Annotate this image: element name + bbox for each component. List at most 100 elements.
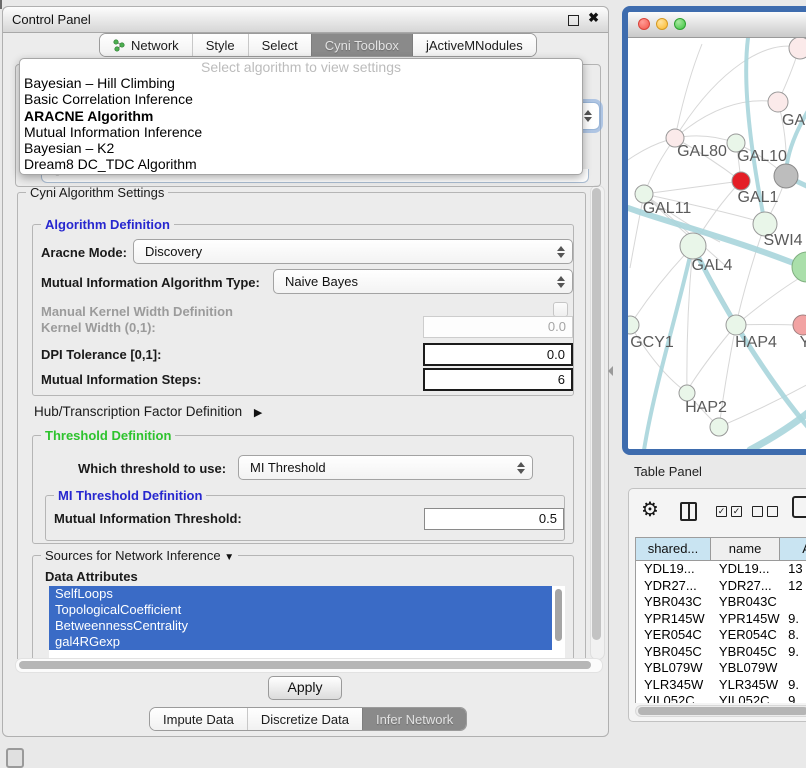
network-edge[interactable] [736,273,806,325]
network-view-window[interactable]: GALGAL80GAL10GAL1GAL11SWI4GAL4GCY1HAP4YH… [622,6,806,455]
checked-box-icon: ✓ [731,506,742,517]
network-node[interactable] [732,172,750,190]
tab-select[interactable]: Select [248,34,311,56]
tab-network[interactable]: Network [100,34,192,56]
tab-discretize-data[interactable]: Discretize Data [247,708,362,730]
network-edge-highlighted[interactable] [644,252,691,450]
list-scrollbar-thumb[interactable] [555,589,562,641]
network-node[interactable] [710,418,728,436]
scrollbar-thumb[interactable] [592,188,601,640]
table-column-header[interactable]: name [711,538,780,560]
table-row[interactable]: YDR27...YDR27...12 [636,578,806,595]
network-node[interactable] [792,252,806,282]
tab-impute-data[interactable]: Impute Data [150,708,247,730]
close-icon[interactable]: ✖ [588,10,599,26]
table-row[interactable]: YLR345WYLR345W9. [636,677,806,694]
network-node-label: GAL10 [737,148,787,165]
algorithm-option[interactable]: Bayesian – Hill Climbing [20,75,582,91]
deselect-all-columns-icon[interactable] [752,506,778,517]
data-attribute-item-selected[interactable]: BetweennessCentrality [49,618,552,634]
sources-legend: Sources for Network Inference ▼ [41,548,238,563]
expanded-arrow-icon[interactable]: ▼ [224,552,234,563]
network-edge[interactable] [644,181,741,194]
cyni-mode-tabbar: Impute Data Discretize Data Infer Networ… [149,707,467,731]
tab-style[interactable]: Style [192,34,248,56]
mi-steps-field[interactable]: 6 [423,368,573,391]
table-cell: YBL079W [636,660,711,677]
minimized-panel-icon[interactable] [6,748,24,768]
network-canvas[interactable]: GALGAL80GAL10GAL1GAL11SWI4GAL4GCY1HAP4YH… [628,38,806,450]
which-threshold-label: Which threshold to use: [78,461,226,476]
node-attribute-table[interactable]: shared...nameA YDL19...YDL19...13YDR27..… [635,537,806,703]
network-node-label: GAL4 [692,257,733,274]
panel-splitter-handle[interactable] [608,366,613,376]
network-window-titlebar[interactable] [628,12,806,38]
dpi-tolerance-field[interactable]: 0.0 [423,343,573,366]
close-traffic-light[interactable] [638,18,650,30]
data-attributes-list[interactable]: SelfLoopsTopologicalCoefficientBetweenne… [49,586,565,659]
data-attribute-item-selected[interactable]: TopologicalCoefficient [49,602,552,618]
algorithm-option[interactable]: Bayesian – K2 [20,140,582,156]
sources-groupbox: Sources for Network Inference ▼ Data Att… [32,555,574,659]
tab-jactivemnodules[interactable]: jActiveMNodules [412,34,536,56]
settings-horizontal-scrollbar[interactable] [15,658,603,673]
control-panel-titlebar[interactable]: Control Panel ✖ [3,7,608,33]
minimize-traffic-light[interactable] [656,18,668,30]
network-edge[interactable] [644,138,675,194]
algorithm-option[interactable]: Mutual Information Inference [20,124,582,140]
network-node[interactable] [789,38,806,59]
tab-infer-network[interactable]: Infer Network [362,708,466,730]
table-horizontal-scrollbar[interactable] [635,705,806,717]
mi-type-combo[interactable]: Naive Bayes [273,269,573,294]
network-edge[interactable] [675,44,702,138]
network-node[interactable] [768,92,788,112]
mi-threshold-field[interactable]: 0.5 [424,508,564,530]
table-row[interactable]: YBL079WYBL079W [636,660,806,677]
table-cell: YBR045C [636,644,711,661]
network-node-label: GAL [782,112,806,129]
network-node[interactable] [793,315,806,335]
column-manager-icon[interactable] [680,502,697,521]
network-edge[interactable] [675,101,778,138]
network-edge[interactable] [738,224,765,316]
table-column-header[interactable]: A [780,538,806,560]
table-row[interactable]: YDL19...YDL19...13 [636,561,806,578]
gear-icon[interactable]: ⚙ [641,497,659,522]
algorithm-option[interactable]: ARACNE Algorithm [20,108,582,124]
zoom-traffic-light[interactable] [674,18,686,30]
table-row[interactable]: YBR043CYBR043C [636,594,806,611]
network-node-label: GAL11 [643,200,692,217]
algorithm-option[interactable]: Basic Correlation Inference [20,91,582,107]
scrollbar-thumb[interactable] [19,661,591,669]
tab-cyni-toolbox[interactable]: Cyni Toolbox [311,34,412,56]
network-node[interactable] [628,316,639,334]
table-row[interactable]: YER054CYER054C8. [636,627,806,644]
data-attribute-item-selected[interactable]: gal4RGexp [49,634,552,650]
algorithm-option[interactable]: Dream8 DC_TDC Algorithm [20,156,582,172]
aracne-mode-combo[interactable]: Discovery [133,239,573,264]
settings-vertical-scrollbar[interactable] [590,185,605,660]
table-cell [780,660,806,677]
network-node[interactable] [680,233,706,259]
which-threshold-combo[interactable]: MI Threshold [238,455,533,480]
hub-section-label[interactable]: Hub/Transcription Factor Definition ▶ [34,404,262,419]
collapsed-arrow-icon[interactable]: ▶ [254,407,262,419]
network-node[interactable] [774,164,798,188]
network-node[interactable] [726,315,746,335]
float-window-icon[interactable] [568,15,579,26]
table-column-header[interactable]: shared... [636,538,711,560]
select-all-columns-icon[interactable]: ✓ ✓ [716,506,742,517]
table-row[interactable]: YIL052CYIL052C9 [636,693,806,703]
scrollbar-thumb[interactable] [638,707,806,715]
network-edge[interactable] [690,325,736,386]
apply-button[interactable]: Apply [268,676,342,700]
kernel-width-field[interactable]: 0.0 [423,316,573,338]
table-row[interactable]: YPR145WYPR145W9. [636,611,806,628]
data-attribute-item-selected[interactable]: SelfLoops [49,586,552,602]
manual-kernel-checkbox[interactable] [553,302,568,317]
threshold-definition-legend: Threshold Definition [41,428,175,443]
table-cell: YIL052C [711,693,780,703]
table-function-icon[interactable] [792,496,806,518]
network-graph[interactable]: GALGAL80GAL10GAL1GAL11SWI4GAL4GCY1HAP4YH… [628,38,806,450]
table-row[interactable]: YBR045CYBR045C9. [636,644,806,661]
